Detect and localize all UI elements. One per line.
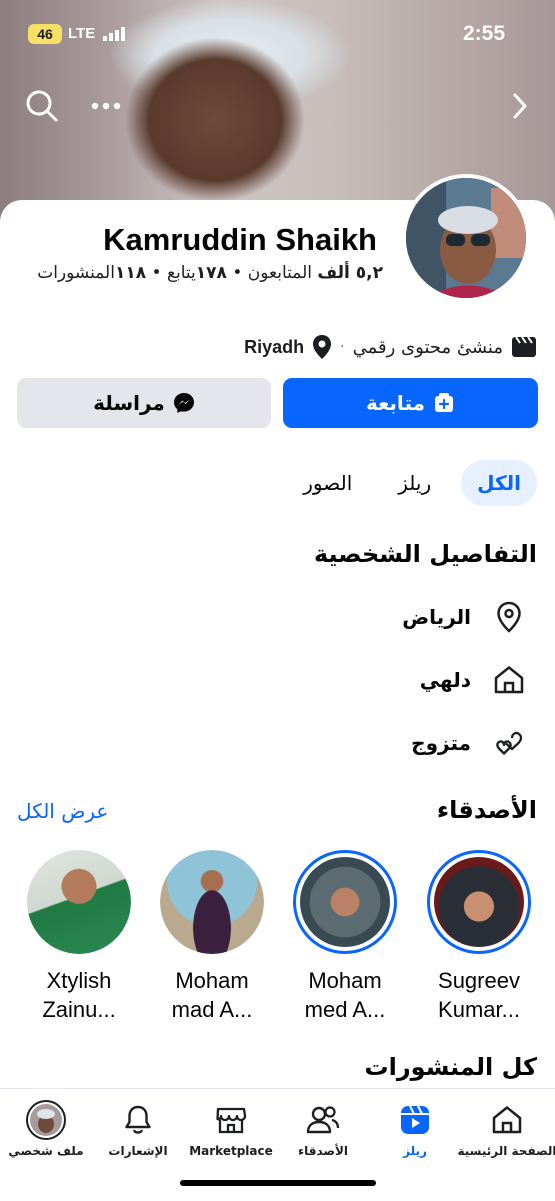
message-button[interactable]: مراسلة <box>17 378 271 428</box>
stats-separator: • <box>232 263 243 283</box>
detail-relationship: متزوج <box>411 723 525 763</box>
friend-avatar <box>293 850 397 954</box>
friend-card[interactable]: Moham med A... <box>290 850 400 1024</box>
avatar <box>26 1100 66 1140</box>
posts-label: المنشورات <box>37 263 115 283</box>
profile-avatar[interactable] <box>402 174 530 302</box>
home-indicator[interactable] <box>180 1180 376 1186</box>
friend-name: Moham med A... <box>304 968 386 1022</box>
reels-icon <box>395 1100 435 1140</box>
nav-label: الإشعارات <box>108 1144 168 1158</box>
clapperboard-icon <box>512 336 536 357</box>
more-options-button[interactable] <box>86 86 126 126</box>
add-friend-icon <box>434 393 453 412</box>
friend-card[interactable]: Moham mad A... <box>157 850 267 1024</box>
friend-avatar <box>27 850 131 954</box>
search-icon <box>26 90 58 122</box>
see-all-friends-link[interactable]: عرض الكل <box>17 799 108 823</box>
profile-photo <box>406 178 526 298</box>
friend-name: Xtylish Zainu... <box>42 968 116 1022</box>
followers-label[interactable]: المتابعون <box>248 263 312 283</box>
nav-friends[interactable]: الأصدقاء <box>277 1100 369 1162</box>
home-icon <box>487 1100 527 1140</box>
signal-icon <box>103 27 125 41</box>
location-pin-icon <box>493 601 525 633</box>
nav-label: ملف شخصي <box>8 1144 84 1158</box>
shop-icon <box>211 1100 251 1140</box>
message-label: مراسلة <box>93 391 165 415</box>
nav-label: الأصدقاء <box>297 1144 349 1158</box>
tab-all[interactable]: الكل <box>461 460 537 506</box>
nav-profile[interactable]: ملف شخصي <box>0 1100 92 1162</box>
stats-separator: • <box>151 263 162 283</box>
following-count[interactable]: ١٧٨ <box>196 263 227 283</box>
detail-hometown: دلهي <box>420 660 525 700</box>
friends-title: الأصدقاء <box>436 796 537 824</box>
friend-avatar <box>427 850 531 954</box>
nav-label: Marketplace <box>189 1144 273 1158</box>
detail-current-city: الرياض <box>402 597 525 637</box>
follow-button[interactable]: متابعة <box>283 378 538 428</box>
nav-label: الصفحة الرئيسية <box>457 1144 555 1158</box>
profile-stats: ٥,٢ ألف المتابعون • ١٧٨يتابع • ١١٨المنشو… <box>37 263 383 283</box>
profile-location: Riyadh <box>244 336 305 357</box>
messenger-icon <box>173 393 194 413</box>
followers-count[interactable]: ٥,٢ ألف <box>317 263 383 283</box>
nav-reels[interactable]: ريلز <box>369 1100 461 1162</box>
details-title: التفاصيل الشخصية <box>313 540 537 568</box>
home-icon <box>493 664 525 696</box>
profile-category: منشئ محتوى رقمي <box>352 336 503 358</box>
more-dots-icon <box>91 102 121 110</box>
follow-label: متابعة <box>366 391 425 415</box>
friend-name: Sugreev Kumar... <box>438 968 520 1022</box>
bell-icon <box>118 1100 158 1140</box>
following-label[interactable]: يتابع <box>167 263 196 283</box>
nav-home[interactable]: الصفحة الرئيسية <box>457 1100 555 1162</box>
friend-card[interactable]: Sugreev Kumar... <box>424 850 534 1024</box>
clock: 2:55 <box>462 22 505 45</box>
detail-text: متزوج <box>411 731 471 755</box>
chevron-right-icon <box>513 93 527 119</box>
nav-marketplace[interactable]: Marketplace <box>185 1100 277 1162</box>
status-bar: 46 LTE 2:55 <box>0 0 555 70</box>
profile-meta: منشئ محتوى رقمي · Riyadh <box>244 332 537 362</box>
tab-photos[interactable]: الصور <box>287 460 368 506</box>
friend-name: Moham mad A... <box>171 968 253 1022</box>
posts-count: ١١٨ <box>114 263 147 283</box>
profile-name: Kamruddin Shaikh <box>103 222 377 257</box>
friends-icon <box>303 1100 343 1140</box>
nav-label: ريلز <box>403 1144 427 1158</box>
profile-tabs: الكل ريلز الصور <box>287 460 537 506</box>
network-label: LTE <box>68 25 96 42</box>
tab-reels[interactable]: ريلز <box>382 460 447 506</box>
meta-dot: · <box>340 339 345 355</box>
friend-avatar <box>160 850 264 954</box>
hearts-icon <box>493 727 525 759</box>
posts-title: كل المنشورات <box>364 1053 538 1081</box>
forward-button[interactable] <box>500 86 540 126</box>
search-button[interactable] <box>22 86 62 126</box>
nav-notifications[interactable]: الإشعارات <box>92 1100 184 1162</box>
friend-card[interactable]: Xtylish Zainu... <box>24 850 134 1024</box>
location-pin-icon <box>313 335 332 359</box>
battery-indicator: 46 <box>28 24 62 44</box>
detail-text: الرياض <box>402 605 471 629</box>
detail-text: دلهي <box>419 668 471 692</box>
